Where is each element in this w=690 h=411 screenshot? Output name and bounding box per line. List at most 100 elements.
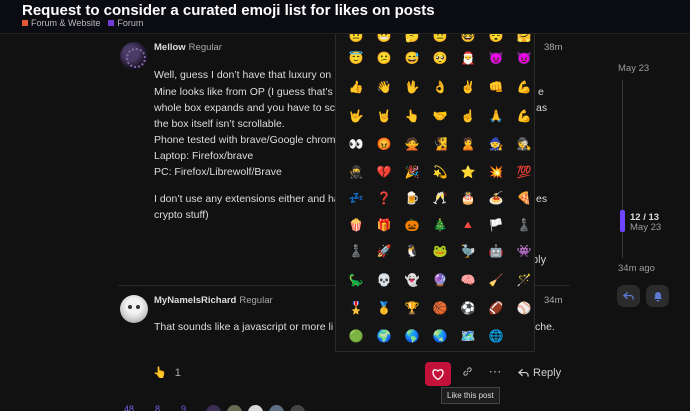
emoji-item[interactable]: 🤘 xyxy=(373,105,395,127)
emoji-item[interactable]: 🖖 xyxy=(401,76,423,98)
emoji-item[interactable]: 👾 xyxy=(513,240,534,262)
emoji-item[interactable]: 🙏 xyxy=(485,105,507,127)
emoji-item[interactable]: 🤝 xyxy=(429,105,451,127)
participant-avatar[interactable] xyxy=(206,405,221,411)
emoji-item[interactable]: 🦕 xyxy=(345,269,367,291)
emoji-item[interactable]: 🌐 xyxy=(485,325,507,347)
emoji-item[interactable]: 🌍 xyxy=(373,325,395,347)
emoji-item[interactable]: 🔮 xyxy=(429,269,451,291)
emoji-item[interactable]: 💯 xyxy=(513,161,534,183)
emoji-item[interactable]: 🍿 xyxy=(345,214,367,236)
emoji-item[interactable]: 🗺️ xyxy=(457,325,479,347)
emoji-item[interactable]: 🤖 xyxy=(485,240,507,262)
emoji-item[interactable]: 💔 xyxy=(373,161,395,183)
post-time[interactable]: 34m xyxy=(544,295,562,306)
emoji-item[interactable]: ⭐ xyxy=(457,161,479,183)
share-link-button[interactable] xyxy=(459,366,475,377)
emoji-item[interactable]: 😈 xyxy=(485,47,507,69)
emoji-item[interactable]: 😴 xyxy=(485,34,507,47)
emoji-item[interactable]: 🥷 xyxy=(345,161,367,183)
emoji-item[interactable]: 👊 xyxy=(485,76,507,98)
emoji-item[interactable]: 😑 xyxy=(429,34,451,47)
emoji-item[interactable]: ⚾ xyxy=(513,297,534,319)
participant-avatar[interactable] xyxy=(227,405,242,411)
emoji-item[interactable]: 🌎 xyxy=(401,325,423,347)
emoji-item[interactable]: 🙎 xyxy=(457,133,479,155)
notification-bell-button[interactable] xyxy=(646,285,669,307)
emoji-item[interactable]: 🤗 xyxy=(513,34,534,47)
emoji-item[interactable]: 🪄 xyxy=(513,269,534,291)
reply-button[interactable]: Reply xyxy=(518,367,561,379)
emoji-item[interactable]: ♟️ xyxy=(345,240,367,262)
emoji-item[interactable]: 🥇 xyxy=(373,297,395,319)
emoji-item[interactable]: 👍 xyxy=(345,76,367,98)
timeline-start-date[interactable]: May 23 xyxy=(618,63,649,74)
emoji-item[interactable]: 💪 xyxy=(513,105,534,127)
category-forum[interactable]: Forum xyxy=(108,18,143,28)
emoji-item[interactable]: 🌏 xyxy=(429,325,451,347)
emoji-item[interactable]: 🙅 xyxy=(401,133,423,155)
emoji-item[interactable]: 🍺 xyxy=(401,187,423,209)
emoji-item[interactable]: 🥺 xyxy=(429,47,451,69)
post-username[interactable]: MyNameIsRichard Regular xyxy=(154,295,273,306)
timeline-handle[interactable] xyxy=(620,210,625,232)
emoji-item[interactable]: 🤔 xyxy=(401,34,423,47)
emoji-item[interactable]: 😬 xyxy=(373,34,395,47)
emoji-item[interactable]: 💫 xyxy=(429,161,451,183)
emoji-item[interactable]: 🧹 xyxy=(485,269,507,291)
participant-avatar[interactable] xyxy=(290,405,305,411)
more-actions-button[interactable]: ⋯ xyxy=(487,364,503,380)
emoji-item[interactable]: 🎖️ xyxy=(345,297,367,319)
timeline-reply-button[interactable] xyxy=(617,285,640,307)
emoji-item[interactable]: 👆 xyxy=(401,105,423,127)
emoji-item[interactable]: 💀 xyxy=(373,269,395,291)
category-forum-website[interactable]: Forum & Website xyxy=(22,18,100,28)
emoji-item[interactable]: 🚀 xyxy=(373,240,395,262)
topic-title[interactable]: Request to consider a curated emoji list… xyxy=(22,2,435,19)
post-username[interactable]: Mellow Regular xyxy=(154,42,222,53)
emoji-item[interactable]: 😇 xyxy=(345,47,367,69)
like-button[interactable] xyxy=(425,362,451,386)
emoji-item[interactable]: 👻 xyxy=(401,269,423,291)
emoji-item[interactable]: 😕 xyxy=(373,47,395,69)
emoji-item[interactable]: 🐸 xyxy=(429,240,451,262)
emoji-item[interactable]: 🍝 xyxy=(485,187,507,209)
emoji-item[interactable]: 🤓 xyxy=(457,34,479,47)
emoji-item[interactable]: 🏈 xyxy=(485,297,507,319)
emoji-item[interactable]: 🎉 xyxy=(401,161,423,183)
emoji-item[interactable]: ⚽ xyxy=(457,297,479,319)
emoji-item[interactable]: ♟️ xyxy=(513,214,534,236)
emoji-item[interactable]: ☝️ xyxy=(457,105,479,127)
emoji-item[interactable]: ✌️ xyxy=(457,76,479,98)
emoji-item[interactable]: 🍕 xyxy=(513,187,534,209)
emoji-item[interactable]: 🧠 xyxy=(457,269,479,291)
emoji-item[interactable]: 👀 xyxy=(345,133,367,155)
emoji-item[interactable]: 🧏 xyxy=(429,133,451,155)
emoji-item[interactable]: 🟢 xyxy=(345,325,367,347)
emoji-item[interactable]: 💪 xyxy=(513,76,534,98)
emoji-item[interactable]: 😐 xyxy=(345,34,367,47)
emoji-item[interactable]: 🏳️ xyxy=(485,214,507,236)
emoji-item[interactable]: 🏀 xyxy=(429,297,451,319)
emoji-item[interactable]: 💤 xyxy=(345,187,367,209)
emoji-item[interactable]: 🦤 xyxy=(457,240,479,262)
post-time[interactable]: 38m xyxy=(544,42,562,53)
emoji-item[interactable]: 💥 xyxy=(485,161,507,183)
emoji-item[interactable]: 🕵️ xyxy=(513,133,534,155)
emoji-item[interactable]: 😡 xyxy=(373,133,395,155)
emoji-item[interactable]: 🎂 xyxy=(457,187,479,209)
reaction-summary[interactable]: 👆 1 xyxy=(153,366,181,380)
emoji-item[interactable]: 👿 xyxy=(513,47,534,69)
emoji-item[interactable]: 😅 xyxy=(401,47,423,69)
emoji-item[interactable]: 👌 xyxy=(429,76,451,98)
emoji-item[interactable]: 🧙 xyxy=(485,133,507,155)
emoji-item[interactable]: ❓ xyxy=(373,187,395,209)
emoji-item[interactable]: 🎁 xyxy=(373,214,395,236)
emoji-item[interactable]: 🐧 xyxy=(401,240,423,262)
participant-avatar[interactable] xyxy=(248,405,263,411)
emoji-item[interactable]: 🎃 xyxy=(401,214,423,236)
timeline-end-label[interactable]: 34m ago xyxy=(618,263,655,274)
emoji-item[interactable]: 🎅 xyxy=(457,47,479,69)
avatar-mynameisrichard[interactable] xyxy=(120,295,148,323)
emoji-item[interactable]: 🏆 xyxy=(401,297,423,319)
